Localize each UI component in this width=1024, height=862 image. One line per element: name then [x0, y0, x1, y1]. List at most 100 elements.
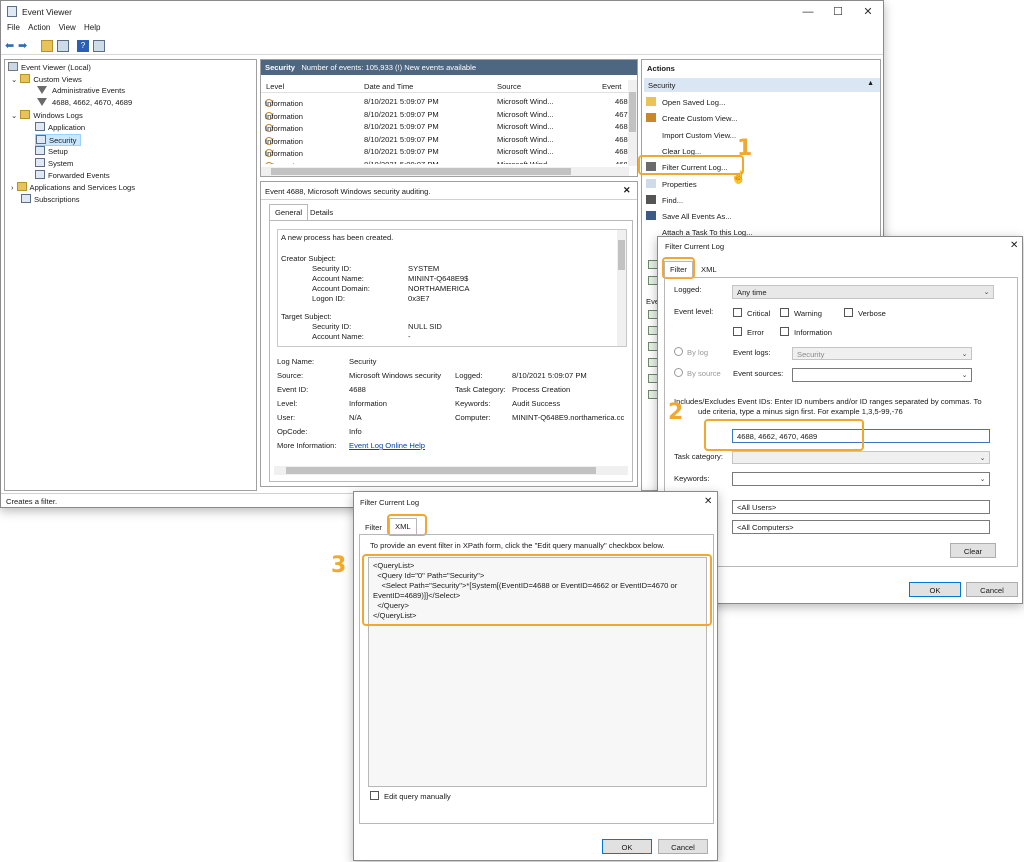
event-log-online-help-link[interactable]: Event Log Online Help: [349, 441, 425, 450]
scroll-thumb[interactable]: [629, 92, 636, 132]
user-input[interactable]: <All Users>: [732, 500, 990, 514]
checkbox[interactable]: [733, 308, 742, 317]
maximize-icon[interactable]: ☐: [826, 4, 850, 20]
xml-ok-button[interactable]: OK: [602, 839, 652, 854]
logged-dropdown[interactable]: Any time ⌄: [732, 285, 994, 299]
open-folder-icon[interactable]: [41, 40, 53, 52]
tree-apps-services-label: Applications and Services Logs: [29, 183, 136, 192]
menu-help[interactable]: Help: [84, 23, 100, 32]
column-source[interactable]: Source: [497, 82, 521, 91]
level-error[interactable]: Error: [733, 327, 764, 337]
forward-arrow-icon[interactable]: ➡: [18, 39, 27, 52]
tree-apps-services[interactable]: › Applications and Services Logs: [11, 182, 135, 192]
column-date[interactable]: Date and Time: [364, 82, 413, 91]
property-value: 8/10/2021 5:09:07 PM: [512, 371, 587, 380]
chevron-down-icon[interactable]: ⌄: [11, 111, 17, 120]
menu-file[interactable]: File: [7, 23, 20, 32]
filter-dialog-close-icon[interactable]: ✕: [1010, 240, 1018, 251]
show-action-pane-icon[interactable]: [93, 40, 105, 52]
action-item[interactable]: Create Custom View...: [646, 113, 737, 123]
action-item[interactable]: Find...: [646, 194, 683, 205]
level-verbose[interactable]: Verbose: [844, 308, 886, 318]
chevron-down-icon: ⌄: [979, 455, 986, 462]
tree-admin-events[interactable]: Administrative Events: [37, 86, 125, 95]
checkbox[interactable]: [844, 308, 853, 317]
tree-custom-views-label: Custom Views: [33, 75, 82, 84]
show-hide-tree-icon[interactable]: [57, 40, 69, 52]
property-value: Information: [349, 399, 387, 408]
clear-button[interactable]: Clear: [950, 543, 996, 558]
menu-action[interactable]: Action: [28, 23, 50, 32]
level-warning[interactable]: Warning: [780, 308, 822, 318]
filter-ok-button[interactable]: OK: [909, 582, 961, 597]
task-category-dropdown[interactable]: ⌄: [732, 451, 990, 464]
tab-details[interactable]: Details: [304, 204, 339, 221]
table-row[interactable]: Information8/10/2021 5:09:07 PMMicrosoft…: [261, 95, 628, 108]
close-icon[interactable]: ✕: [856, 4, 880, 20]
event-logs-dropdown[interactable]: Security ⌄: [792, 347, 972, 360]
tree-log-system[interactable]: System: [35, 158, 73, 168]
column-event[interactable]: Event: [602, 82, 621, 91]
xml-dialog-close-icon[interactable]: ✕: [704, 496, 712, 507]
tree-log-security[interactable]: Security: [35, 134, 82, 146]
filter-tab-xml[interactable]: XML: [695, 261, 723, 278]
action-item[interactable]: Open Saved Log...: [646, 97, 725, 107]
message-intro: A new process has been created.: [281, 233, 394, 242]
menu-view[interactable]: View: [59, 23, 76, 32]
action-item[interactable]: Import Custom View...: [646, 129, 736, 140]
table-row[interactable]: Information8/10/2021 5:09:07 PMMicrosoft…: [261, 133, 628, 146]
level-critical[interactable]: Critical: [733, 308, 770, 318]
back-arrow-icon[interactable]: ⬅: [5, 39, 14, 52]
tree-log-forwarded[interactable]: Forwarded Events: [35, 170, 110, 180]
tree-custom-views[interactable]: ⌄ Custom Views: [11, 74, 82, 84]
table-row[interactable]: Information8/10/2021 5:09:07 PMMicrosoft…: [261, 108, 628, 121]
message-scrollbar[interactable]: [617, 230, 626, 346]
checkbox[interactable]: [780, 327, 789, 336]
tab-general[interactable]: General: [269, 204, 309, 221]
event-sources-label: Event sources:: [733, 369, 784, 378]
folder-icon: [20, 74, 31, 83]
minimize-icon[interactable]: —: [796, 4, 820, 20]
chevron-right-icon[interactable]: ›: [11, 183, 14, 192]
actions-section-header[interactable]: Security ▲: [644, 78, 880, 92]
title-bar[interactable]: Event Viewer — ☐ ✕: [1, 1, 883, 23]
xml-cancel-button[interactable]: Cancel: [658, 839, 708, 854]
keywords-dropdown[interactable]: ⌄: [732, 472, 990, 486]
scroll-thumb[interactable]: [286, 467, 596, 474]
radio-by-source[interactable]: By source: [674, 368, 721, 378]
chevron-down-icon[interactable]: ⌄: [11, 75, 17, 84]
chevron-down-icon: ⌄: [979, 476, 986, 483]
tree-log-setup[interactable]: Setup: [35, 146, 68, 156]
scroll-thumb[interactable]: [618, 240, 625, 270]
scroll-thumb[interactable]: [271, 168, 571, 175]
tree-log-application[interactable]: Application: [35, 122, 85, 132]
column-level[interactable]: Level: [266, 82, 284, 91]
events-vertical-scrollbar[interactable]: [628, 80, 637, 166]
details-horizontal-scrollbar[interactable]: [274, 466, 628, 475]
action-item[interactable]: Properties: [646, 178, 697, 189]
tree-windows-logs[interactable]: ⌄ Windows Logs: [11, 110, 83, 120]
collapse-up-icon[interactable]: ▲: [867, 80, 874, 87]
action-item[interactable]: Save All Events As...: [646, 211, 732, 221]
level-information[interactable]: Information: [780, 327, 832, 337]
radio-by-log[interactable]: By log: [674, 347, 708, 357]
checkbox[interactable]: [370, 791, 379, 800]
table-row[interactable]: Information8/10/2021 5:09:07 PMMicrosoft…: [261, 158, 627, 164]
details-close-icon[interactable]: ✕: [623, 185, 631, 196]
radio-button[interactable]: [674, 347, 683, 356]
tree-subscriptions[interactable]: Subscriptions: [21, 194, 80, 204]
event-sources-dropdown[interactable]: ⌄: [792, 368, 972, 382]
tree-root[interactable]: Event Viewer (Local): [8, 62, 91, 72]
folder-icon: [20, 110, 31, 119]
events-horizontal-scrollbar[interactable]: [261, 167, 629, 176]
table-row[interactable]: Information8/10/2021 5:09:07 PMMicrosoft…: [261, 145, 628, 158]
help-icon[interactable]: ?: [77, 40, 89, 52]
checkbox[interactable]: [733, 327, 742, 336]
radio-button[interactable]: [674, 368, 683, 377]
filter-cancel-button[interactable]: Cancel: [966, 582, 1018, 597]
edit-query-manually[interactable]: Edit query manually: [370, 791, 451, 801]
computer-input[interactable]: <All Computers>: [732, 520, 990, 534]
tree-custom-view-item[interactable]: 4688, 4662, 4670, 4689: [37, 98, 132, 107]
checkbox[interactable]: [780, 308, 789, 317]
table-row[interactable]: Information8/10/2021 5:09:07 PMMicrosoft…: [261, 120, 628, 133]
